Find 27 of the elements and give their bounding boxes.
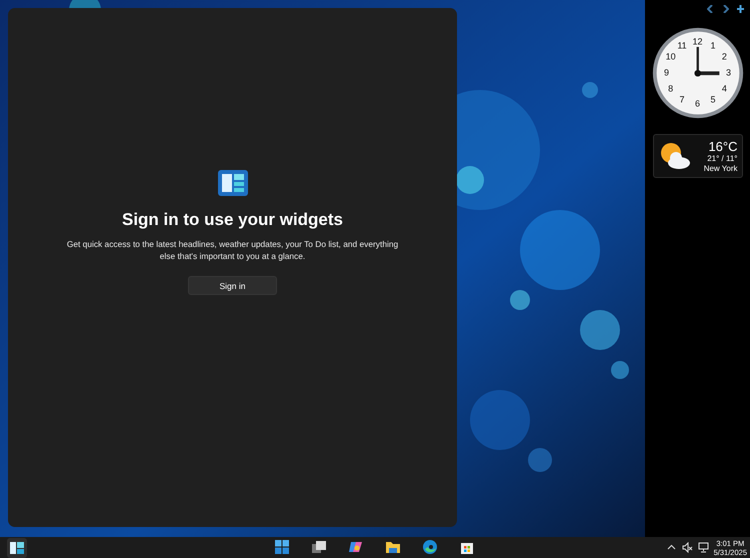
temperature-range: 21° / 11° <box>707 154 738 164</box>
clock-numeral: 4 <box>722 84 727 93</box>
clock-numeral: 12 <box>692 37 702 46</box>
city-name: New York <box>704 164 738 174</box>
panel-description: Get quick access to the latest headlines, weather updates, your To Do list, and everything else that's important to you at a glance. <box>66 238 400 262</box>
sign-in-button[interactable]: Sign in <box>188 276 277 296</box>
volume-muted-icon[interactable] <box>682 542 693 553</box>
clock-numeral: 7 <box>679 95 684 104</box>
clock-numeral: 5 <box>710 95 716 104</box>
clock-numeral: 11 <box>677 42 687 51</box>
widgets-taskbar-icon[interactable] <box>7 538 27 558</box>
start-icon[interactable] <box>272 537 292 557</box>
clock-numeral: 9 <box>664 68 669 78</box>
add-icon[interactable] <box>737 5 744 13</box>
clock-numeral: 10 <box>666 52 676 62</box>
temperature: 16°C <box>708 138 738 154</box>
widgets-icon <box>218 170 248 196</box>
clock-numeral: 1 <box>710 42 716 51</box>
next-icon[interactable] <box>722 5 729 13</box>
clock-numeral: 2 <box>722 52 727 62</box>
previous-icon[interactable] <box>707 5 714 13</box>
clock-numeral: 3 <box>726 68 732 78</box>
clock-numeral: 8 <box>668 84 674 93</box>
clock-numeral: 6 <box>695 100 700 109</box>
network-icon[interactable] <box>698 542 709 553</box>
panel-title: Sign in to use your widgets <box>122 210 344 230</box>
browser-icon[interactable] <box>420 537 440 557</box>
